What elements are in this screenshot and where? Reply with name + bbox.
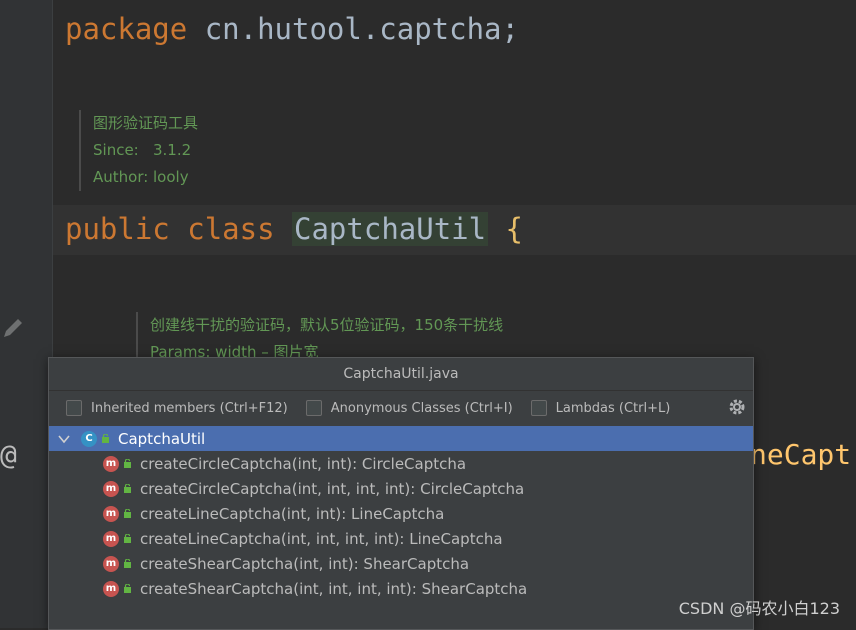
lambdas-label: Lambdas (Ctrl+L) [555, 400, 671, 416]
inherited-members-option[interactable]: Inherited members (Ctrl+F12) [66, 400, 288, 416]
pencil-icon[interactable] [0, 315, 26, 341]
lock-icon [124, 484, 131, 493]
method-icon: m [103, 530, 119, 547]
popup-title: CaptchaUtil.java [49, 358, 753, 391]
method-label: createShearCaptcha(int, int): ShearCaptc… [140, 554, 470, 573]
class-name[interactable]: CaptchaUtil [292, 212, 489, 246]
tree-method-row[interactable]: m createCircleCaptcha(int, int): CircleC… [49, 451, 753, 476]
class-doc-since: Since: 3.1.2 [93, 137, 198, 164]
tree-root-label: CaptchaUtil [118, 429, 206, 448]
annotation-symbol: @ [0, 438, 17, 471]
lock-icon [124, 459, 131, 468]
method-icon: m [103, 480, 119, 497]
public-keyword: public [65, 212, 170, 246]
method-icon: m [103, 505, 119, 522]
code-fragment-right: neCapt [750, 438, 852, 471]
method-label: createShearCaptcha(int, int, int, int): … [140, 579, 528, 598]
package-statement: package cn.hutool.captcha; [65, 12, 519, 46]
lambdas-checkbox[interactable] [530, 400, 547, 416]
class-icon: C [81, 430, 97, 447]
method-label: createCircleCaptcha(int, int): CircleCap… [140, 454, 467, 473]
package-name: cn.hutool.captcha; [204, 12, 519, 46]
lock-icon [102, 434, 109, 443]
author-label: Author: [93, 168, 149, 186]
method-label: createLineCaptcha(int, int): LineCaptcha [140, 504, 445, 523]
class-keyword: class [187, 212, 275, 246]
popup-options-bar: Inherited members (Ctrl+F12) Anonymous C… [49, 391, 753, 425]
editor-gutter [0, 0, 53, 628]
method-doc-description: 创建线干扰的验证码，默认5位验证码，150条干扰线 [150, 316, 504, 334]
chevron-down-icon[interactable] [57, 432, 71, 446]
inherited-members-label: Inherited members (Ctrl+F12) [91, 400, 288, 416]
method-icon: m [103, 580, 119, 597]
method-icon: m [103, 555, 119, 572]
lock-icon [124, 584, 131, 593]
gear-icon[interactable] [728, 398, 746, 416]
tree-method-row[interactable]: m createShearCaptcha(int, int): ShearCap… [49, 551, 753, 576]
lock-icon [124, 509, 131, 518]
class-doc-description: 图形验证码工具 [93, 114, 199, 132]
tree-method-row[interactable]: m createShearCaptcha(int, int, int, int)… [49, 576, 753, 601]
method-label: createLineCaptcha(int, int, int, int): L… [140, 529, 503, 548]
author-value: looly [153, 168, 189, 186]
anonymous-classes-option[interactable]: Anonymous Classes (Ctrl+I) [305, 400, 513, 416]
class-declaration: public class CaptchaUtil { [65, 212, 523, 246]
lock-icon [124, 534, 131, 543]
class-doc-author: Author: looly [93, 164, 198, 191]
tree-root-row[interactable]: C CaptchaUtil [49, 426, 753, 451]
watermark: CSDN @码农小白123 [678, 599, 840, 618]
structure-tree[interactable]: C CaptchaUtil m createCircleCaptcha(int,… [49, 426, 753, 601]
tree-method-row[interactable]: m createLineCaptcha(int, int, int, int):… [49, 526, 753, 551]
inherited-members-checkbox[interactable] [66, 400, 82, 416]
anonymous-classes-checkbox[interactable] [305, 400, 322, 416]
file-structure-popup[interactable]: CaptchaUtil.java Inherited members (Ctrl… [48, 357, 754, 630]
method-label: createCircleCaptcha(int, int, int, int):… [140, 479, 525, 498]
tree-method-row[interactable]: m createLineCaptcha(int, int): LineCaptc… [49, 501, 753, 526]
lambdas-option[interactable]: Lambdas (Ctrl+L) [530, 400, 671, 416]
class-doc-comment: 图形验证码工具 Since: 3.1.2 Author: looly [79, 110, 198, 191]
lock-icon [124, 559, 131, 568]
method-icon: m [103, 455, 119, 472]
since-value: 3.1.2 [153, 141, 192, 159]
anonymous-classes-label: Anonymous Classes (Ctrl+I) [330, 400, 513, 416]
since-label: Since: [93, 141, 139, 159]
package-keyword: package [65, 12, 188, 46]
tree-method-row[interactable]: m createCircleCaptcha(int, int, int, int… [49, 476, 753, 501]
open-brace: { [505, 212, 524, 246]
